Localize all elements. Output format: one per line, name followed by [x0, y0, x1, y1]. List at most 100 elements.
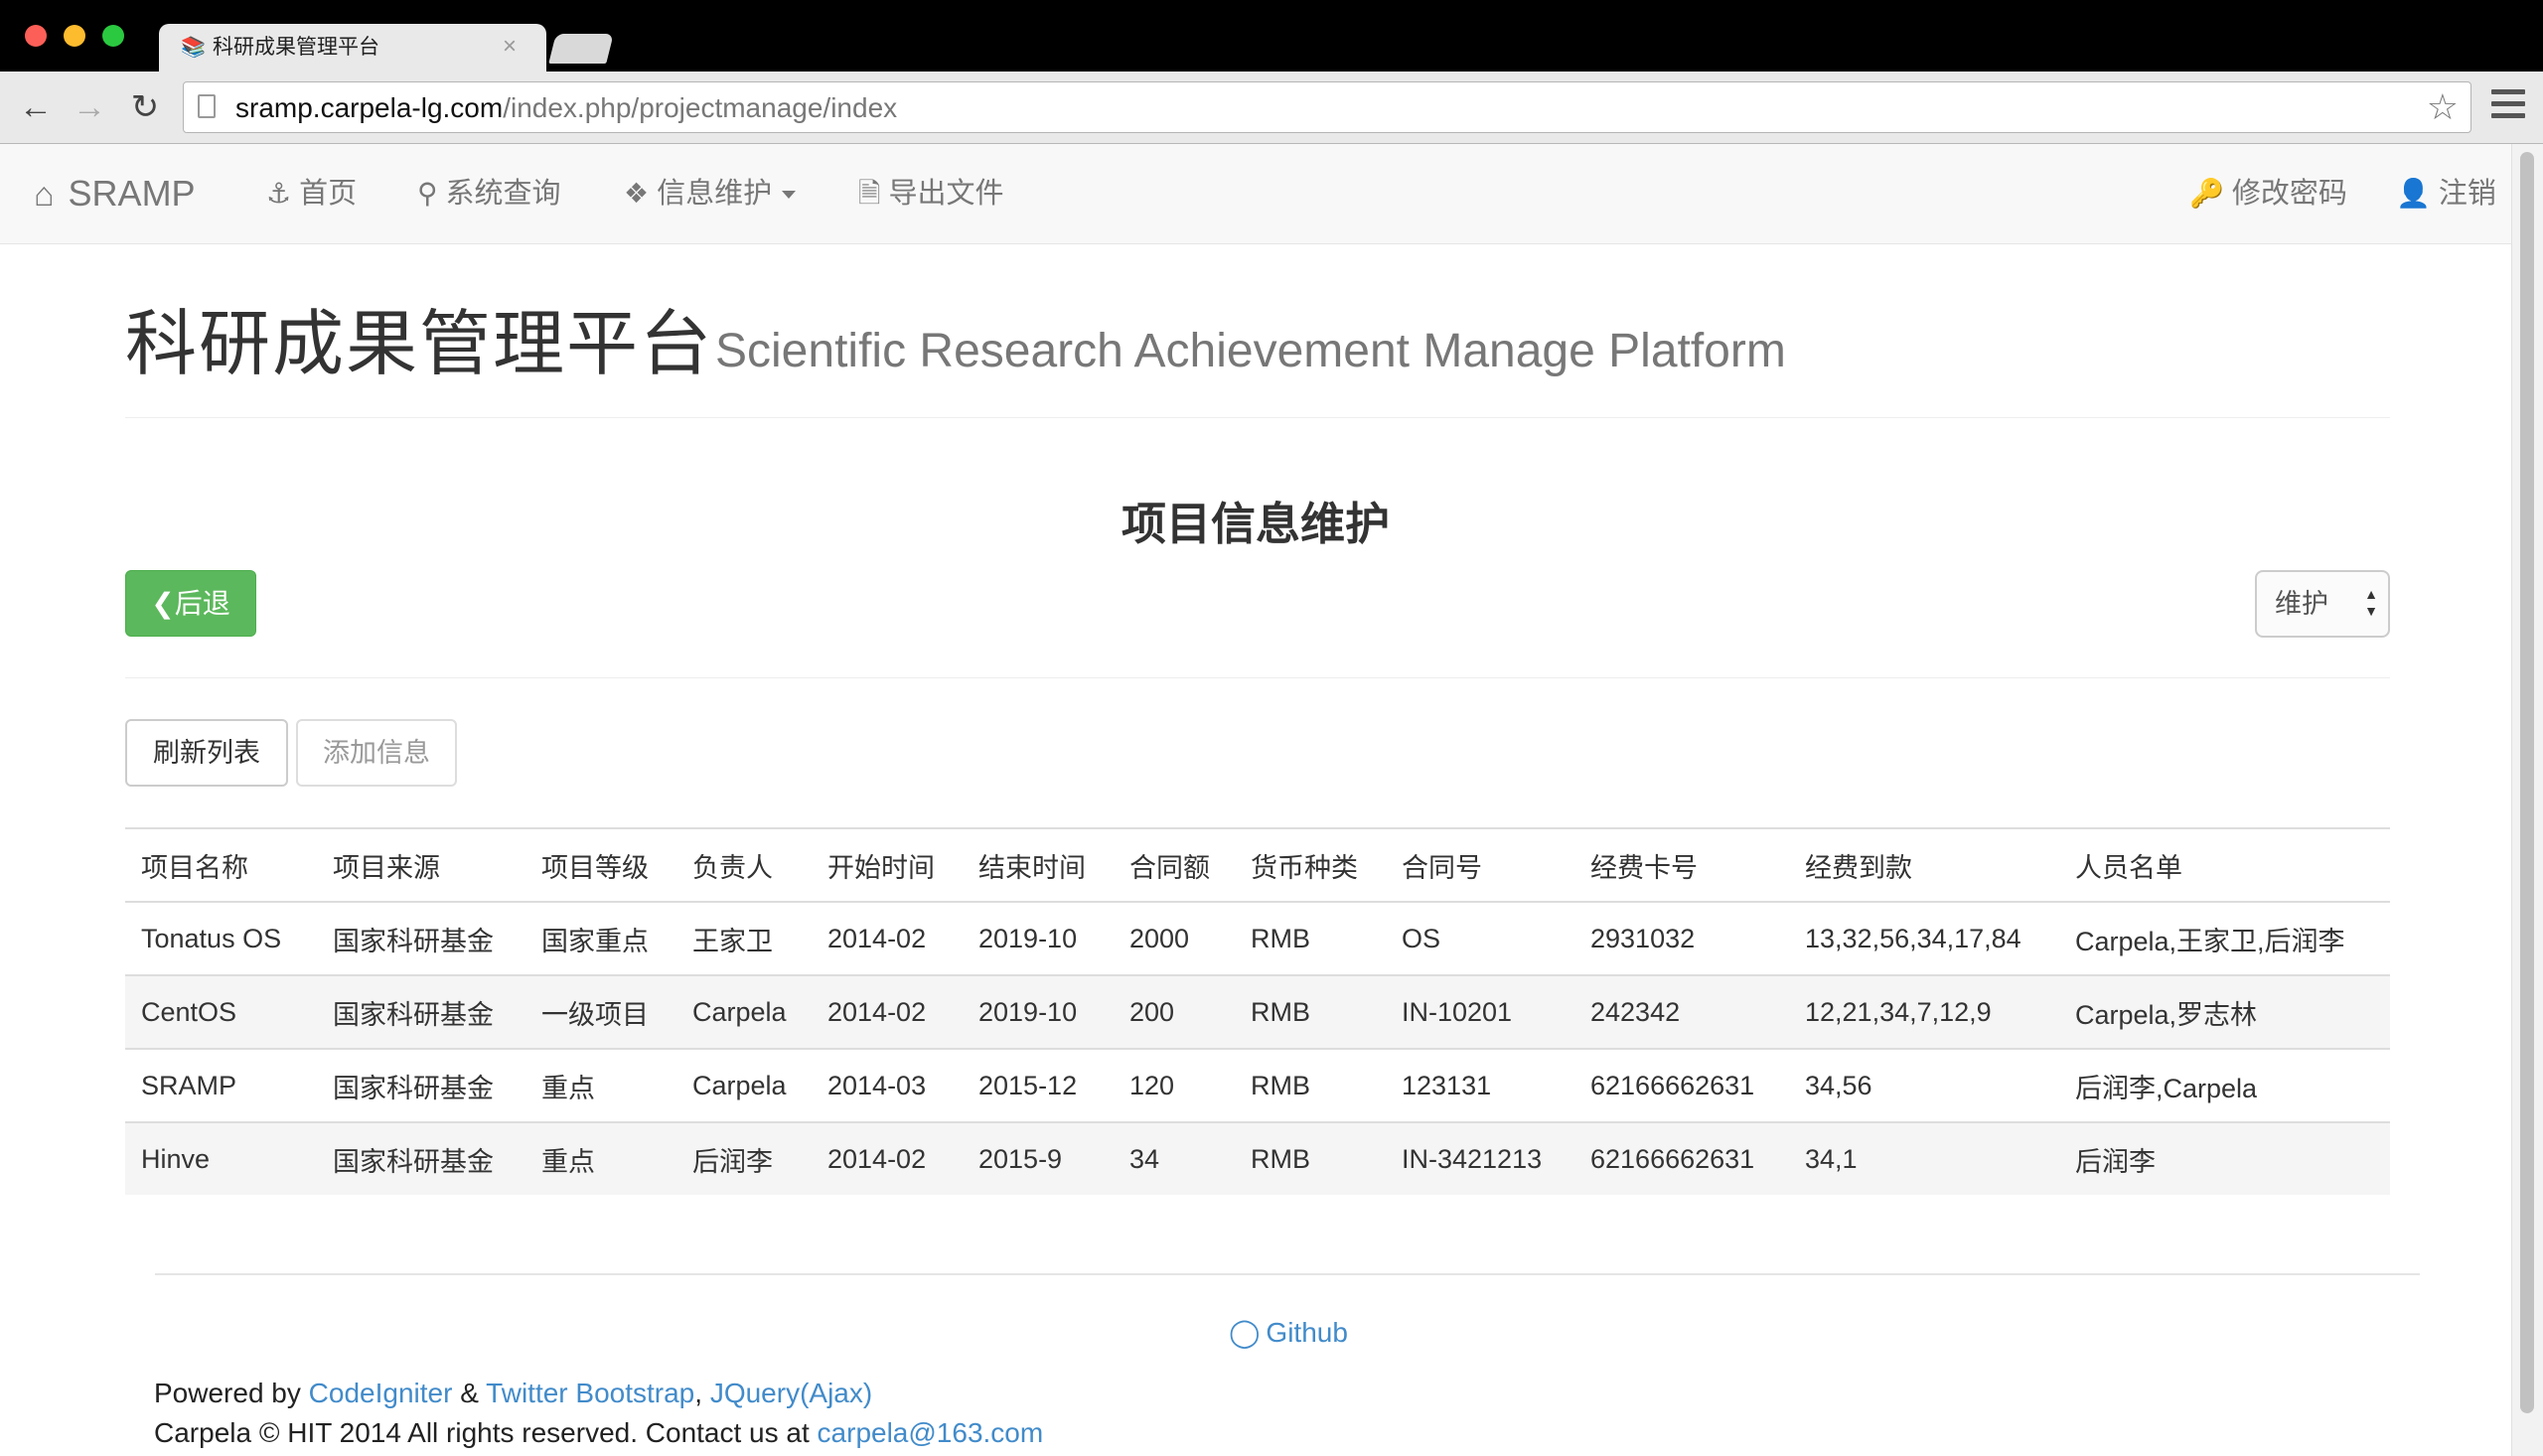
table-row[interactable]: Tonatus OS 国家科研基金 国家重点 王家卫 2014-02 2019-…: [125, 901, 2390, 975]
chevron-left-icon: ❮: [151, 588, 175, 619]
github-label: Github: [1266, 1317, 1348, 1348]
page-scrollbar[interactable]: [2511, 144, 2543, 1456]
table-cell: 2000: [1114, 901, 1235, 975]
brand-label: SRAMP: [68, 173, 196, 214]
table-cell: 重点: [525, 1048, 676, 1122]
divider: [125, 677, 2390, 678]
table-cell: 34,56: [1789, 1048, 2059, 1122]
table-cell: 13,32,56,34,17,84: [1789, 901, 2059, 975]
table-cell: RMB: [1235, 1121, 1386, 1195]
anchor-icon: ⚓: [266, 178, 292, 209]
page-header: 科研成果管理平台 Scientific Research Achievement…: [125, 298, 2390, 418]
reload-icon[interactable]: ↻: [123, 85, 167, 129]
table-cell: 12,21,34,7,12,9: [1789, 974, 2059, 1049]
page-title: 科研成果管理平台: [125, 302, 714, 385]
column-header: 项目名称: [125, 827, 317, 903]
brand-link[interactable]: ⌂ SRAMP: [34, 144, 196, 243]
powered-by-text: Powered by: [154, 1378, 301, 1408]
back-button-label: 后退: [174, 588, 230, 619]
new-tab-button[interactable]: [548, 34, 614, 64]
table-cell: 王家卫: [676, 901, 812, 975]
url-text[interactable]: sramp.carpela-lg.com/index.php/projectma…: [235, 93, 897, 123]
close-tab-icon[interactable]: ×: [503, 33, 517, 60]
table-cell: 后润李: [2059, 1121, 2390, 1195]
maximize-window-button[interactable]: [102, 25, 124, 47]
copyright-text: Carpela © HIT 2014 All rights reserved. …: [154, 1417, 810, 1448]
column-header: 经费到款: [1789, 827, 2059, 903]
column-header: 负责人: [676, 827, 812, 903]
table-cell: Carpela: [676, 974, 812, 1049]
nav-item-logout[interactable]: 👤 注销: [2396, 144, 2496, 243]
books-icon: 📚: [181, 37, 206, 59]
table-cell: 34: [1114, 1121, 1235, 1195]
ampersand-text: &: [460, 1378, 479, 1408]
nav-label: 首页: [299, 178, 358, 210]
table-cell: Tonatus OS: [125, 901, 317, 975]
table-cell: 2014-02: [812, 1121, 963, 1195]
column-header: 项目等级: [525, 827, 676, 903]
email-link[interactable]: carpela@163.com: [818, 1417, 1044, 1448]
browser-toolbar: ← → ↻ sramp.carpela-lg.com/index.php/pro…: [0, 72, 2543, 144]
column-header: 人员名单: [2059, 827, 2390, 903]
scrollbar-thumb[interactable]: [2520, 152, 2534, 1413]
nav-label: 注销: [2438, 178, 2496, 210]
site-navbar: ⌂ SRAMP ⚓ 首页 ⚲ 系统查询 ❖ 信息维护 🗎 导出文件 🔑 修改密码 👤 注销: [0, 144, 2511, 244]
nav-item-home[interactable]: ⚓ 首页: [266, 144, 357, 243]
bookmark-star-icon[interactable]: ☆: [2427, 88, 2459, 126]
codeigniter-link[interactable]: CodeIgniter: [309, 1378, 453, 1408]
forward-arrow-icon[interactable]: →: [68, 85, 111, 129]
browser-titlebar: 📚 科研成果管理平台 ×: [0, 0, 2543, 72]
github-link[interactable]: ◯ Github: [0, 1315, 2543, 1351]
key-icon: 🔑: [2189, 178, 2224, 209]
column-header: 合同额: [1114, 827, 1235, 903]
tab-title: 科研成果管理平台: [213, 36, 379, 59]
table-cell: Carpela: [676, 1048, 812, 1122]
table-cell: 重点: [525, 1121, 676, 1195]
table-cell: 国家科研基金: [317, 974, 525, 1049]
jquery-link[interactable]: JQuery(Ajax): [710, 1378, 872, 1408]
table-cell: 2015-9: [963, 1121, 1114, 1195]
nav-item-maintain-dropdown[interactable]: ❖ 信息维护: [624, 144, 797, 243]
table-cell: 2931032: [1574, 901, 1789, 975]
minimize-window-button[interactable]: [64, 25, 85, 47]
nav-item-query[interactable]: ⚲ 系统查询: [417, 144, 561, 243]
table-cell: RMB: [1235, 1048, 1386, 1122]
browser-menu-icon[interactable]: [2489, 89, 2527, 125]
table-cell: 62166662631: [1574, 1121, 1789, 1195]
table-row[interactable]: Hinve 国家科研基金 重点 后润李 2014-02 2015-9 34 RM…: [125, 1121, 2390, 1195]
column-header: 结束时间: [963, 827, 1114, 903]
search-icon: ⚲: [417, 178, 438, 209]
table-cell: Carpela,王家卫,后润李: [2059, 901, 2390, 975]
table-cell: 62166662631: [1574, 1048, 1789, 1122]
table-cell: 国家科研基金: [317, 901, 525, 975]
table-cell: RMB: [1235, 901, 1386, 975]
table-cell: 2019-10: [963, 901, 1114, 975]
table-cell: 120: [1114, 1048, 1235, 1122]
footer-powered-by: Powered by CodeIgniter & Twitter Bootstr…: [154, 1376, 872, 1411]
address-bar[interactable]: sramp.carpela-lg.com/index.php/projectma…: [183, 81, 2471, 133]
refresh-list-button[interactable]: 刷新列表: [125, 719, 288, 787]
table-header-row: 项目名称 项目来源 项目等级 负责人 开始时间 结束时间 合同额 货币种类 合同…: [125, 827, 2390, 903]
nav-item-change-password[interactable]: 🔑 修改密码: [2189, 144, 2347, 243]
back-button[interactable]: ❮后退: [125, 570, 256, 637]
table-cell: Hinve: [125, 1121, 317, 1195]
comma-text: ,: [694, 1378, 703, 1408]
project-table: 项目名称 项目来源 项目等级 负责人 开始时间 结束时间 合同额 货币种类 合同…: [125, 827, 2390, 1195]
tags-icon: ❖: [624, 178, 650, 209]
nav-item-export[interactable]: 🗎 导出文件: [858, 144, 1004, 243]
table-cell: 2014-03: [812, 1048, 963, 1122]
table-cell: 国家科研基金: [317, 1121, 525, 1195]
close-window-button[interactable]: [25, 25, 47, 47]
column-header: 合同号: [1386, 827, 1574, 903]
back-arrow-icon[interactable]: ←: [14, 85, 58, 129]
table-row[interactable]: SRAMP 国家科研基金 重点 Carpela 2014-03 2015-12 …: [125, 1048, 2390, 1122]
table-row[interactable]: CentOS 国家科研基金 一级项目 Carpela 2014-02 2019-…: [125, 974, 2390, 1049]
nav-label: 信息维护: [657, 178, 773, 210]
table-cell: 后润李,Carpela: [2059, 1048, 2390, 1122]
nav-label: 系统查询: [445, 178, 561, 210]
bootstrap-link[interactable]: Twitter Bootstrap: [486, 1378, 694, 1408]
mode-select[interactable]: 维护 ▲ ▼: [2255, 570, 2390, 638]
add-info-button[interactable]: 添加信息: [296, 719, 457, 787]
table-cell: 后润李: [676, 1121, 812, 1195]
browser-tab-active[interactable]: 📚 科研成果管理平台 ×: [159, 24, 546, 72]
